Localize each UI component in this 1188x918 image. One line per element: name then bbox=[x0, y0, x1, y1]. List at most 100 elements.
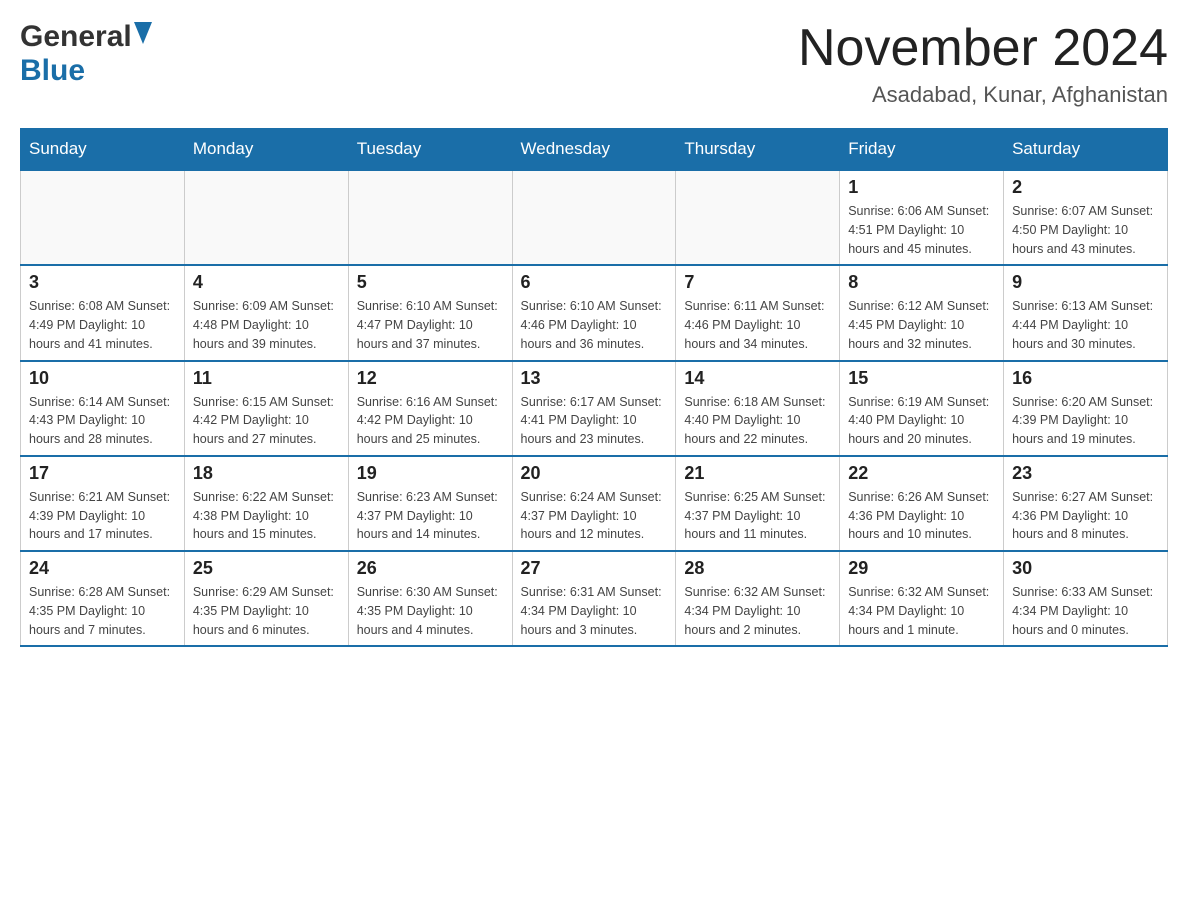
day-info: Sunrise: 6:33 AM Sunset: 4:34 PM Dayligh… bbox=[1012, 583, 1159, 639]
calendar-cell: 13 Sunrise: 6:17 AM Sunset: 4:41 PM Dayli… bbox=[512, 361, 676, 456]
day-info: Sunrise: 6:08 AM Sunset: 4:49 PM Dayligh… bbox=[29, 297, 176, 353]
day-info: Sunrise: 6:29 AM Sunset: 4:35 PM Dayligh… bbox=[193, 583, 340, 639]
day-number: 22 bbox=[848, 463, 995, 484]
day-number: 29 bbox=[848, 558, 995, 579]
main-title: November 2024 bbox=[798, 20, 1168, 77]
calendar-cell: 1 Sunrise: 6:06 AM Sunset: 4:51 PM Daylig… bbox=[840, 170, 1004, 265]
calendar-cell: 20 Sunrise: 6:24 AM Sunset: 4:37 PM Dayli… bbox=[512, 456, 676, 551]
logo-arrow-icon bbox=[134, 22, 152, 49]
day-info: Sunrise: 6:26 AM Sunset: 4:36 PM Dayligh… bbox=[848, 488, 995, 544]
day-number: 27 bbox=[521, 558, 668, 579]
day-info: Sunrise: 6:19 AM Sunset: 4:40 PM Dayligh… bbox=[848, 393, 995, 449]
calendar-cell: 6 Sunrise: 6:10 AM Sunset: 4:46 PM Daylig… bbox=[512, 265, 676, 360]
day-number: 11 bbox=[193, 368, 340, 389]
calendar-cell: 11 Sunrise: 6:15 AM Sunset: 4:42 PM Dayli… bbox=[184, 361, 348, 456]
day-number: 20 bbox=[521, 463, 668, 484]
logo-general-text: General bbox=[20, 20, 132, 54]
calendar-cell: 15 Sunrise: 6:19 AM Sunset: 4:40 PM Dayli… bbox=[840, 361, 1004, 456]
calendar-cell: 3 Sunrise: 6:08 AM Sunset: 4:49 PM Daylig… bbox=[21, 265, 185, 360]
day-info: Sunrise: 6:15 AM Sunset: 4:42 PM Dayligh… bbox=[193, 393, 340, 449]
calendar-header-wednesday: Wednesday bbox=[512, 129, 676, 171]
calendar-cell: 22 Sunrise: 6:26 AM Sunset: 4:36 PM Dayli… bbox=[840, 456, 1004, 551]
calendar-header-friday: Friday bbox=[840, 129, 1004, 171]
day-info: Sunrise: 6:13 AM Sunset: 4:44 PM Dayligh… bbox=[1012, 297, 1159, 353]
day-number: 9 bbox=[1012, 272, 1159, 293]
calendar-cell bbox=[184, 170, 348, 265]
day-number: 19 bbox=[357, 463, 504, 484]
day-number: 10 bbox=[29, 368, 176, 389]
day-info: Sunrise: 6:17 AM Sunset: 4:41 PM Dayligh… bbox=[521, 393, 668, 449]
day-number: 25 bbox=[193, 558, 340, 579]
calendar-cell: 10 Sunrise: 6:14 AM Sunset: 4:43 PM Dayli… bbox=[21, 361, 185, 456]
day-number: 6 bbox=[521, 272, 668, 293]
day-number: 23 bbox=[1012, 463, 1159, 484]
day-info: Sunrise: 6:32 AM Sunset: 4:34 PM Dayligh… bbox=[848, 583, 995, 639]
day-number: 30 bbox=[1012, 558, 1159, 579]
calendar-header-saturday: Saturday bbox=[1004, 129, 1168, 171]
day-info: Sunrise: 6:25 AM Sunset: 4:37 PM Dayligh… bbox=[684, 488, 831, 544]
calendar-cell: 21Sunrise: 6:25 AM Sunset: 4:37 PM Dayli… bbox=[676, 456, 840, 551]
day-info: Sunrise: 6:22 AM Sunset: 4:38 PM Dayligh… bbox=[193, 488, 340, 544]
calendar-header-row: SundayMondayTuesdayWednesdayThursdayFrid… bbox=[21, 129, 1168, 171]
calendar-cell bbox=[676, 170, 840, 265]
calendar-header-thursday: Thursday bbox=[676, 129, 840, 171]
day-info: Sunrise: 6:30 AM Sunset: 4:35 PM Dayligh… bbox=[357, 583, 504, 639]
day-info: Sunrise: 6:27 AM Sunset: 4:36 PM Dayligh… bbox=[1012, 488, 1159, 544]
day-number: 3 bbox=[29, 272, 176, 293]
calendar-cell bbox=[21, 170, 185, 265]
calendar-cell: 5 Sunrise: 6:10 AM Sunset: 4:47 PM Daylig… bbox=[348, 265, 512, 360]
day-info: Sunrise: 6:06 AM Sunset: 4:51 PM Dayligh… bbox=[848, 202, 995, 258]
page-header: General Blue November 2024 Asadabad, Kun… bbox=[20, 20, 1168, 108]
calendar-cell: 12Sunrise: 6:16 AM Sunset: 4:42 PM Dayli… bbox=[348, 361, 512, 456]
day-number: 2 bbox=[1012, 177, 1159, 198]
logo-blue-text: Blue bbox=[20, 54, 85, 88]
day-number: 16 bbox=[1012, 368, 1159, 389]
day-info: Sunrise: 6:32 AM Sunset: 4:34 PM Dayligh… bbox=[684, 583, 831, 639]
calendar-header-sunday: Sunday bbox=[21, 129, 185, 171]
day-info: Sunrise: 6:10 AM Sunset: 4:47 PM Dayligh… bbox=[357, 297, 504, 353]
day-info: Sunrise: 6:28 AM Sunset: 4:35 PM Dayligh… bbox=[29, 583, 176, 639]
calendar-cell: 2 Sunrise: 6:07 AM Sunset: 4:50 PM Daylig… bbox=[1004, 170, 1168, 265]
day-info: Sunrise: 6:21 AM Sunset: 4:39 PM Dayligh… bbox=[29, 488, 176, 544]
day-number: 18 bbox=[193, 463, 340, 484]
day-number: 5 bbox=[357, 272, 504, 293]
day-number: 26 bbox=[357, 558, 504, 579]
day-info: Sunrise: 6:14 AM Sunset: 4:43 PM Dayligh… bbox=[29, 393, 176, 449]
day-info: Sunrise: 6:16 AM Sunset: 4:42 PM Dayligh… bbox=[357, 393, 504, 449]
calendar-week-1: 1 Sunrise: 6:06 AM Sunset: 4:51 PM Daylig… bbox=[21, 170, 1168, 265]
calendar-cell: 28Sunrise: 6:32 AM Sunset: 4:34 PM Dayli… bbox=[676, 551, 840, 646]
day-number: 14 bbox=[684, 368, 831, 389]
day-info: Sunrise: 6:31 AM Sunset: 4:34 PM Dayligh… bbox=[521, 583, 668, 639]
day-info: Sunrise: 6:10 AM Sunset: 4:46 PM Dayligh… bbox=[521, 297, 668, 353]
calendar-header-tuesday: Tuesday bbox=[348, 129, 512, 171]
calendar-cell: 24 Sunrise: 6:28 AM Sunset: 4:35 PM Dayli… bbox=[21, 551, 185, 646]
day-info: Sunrise: 6:23 AM Sunset: 4:37 PM Dayligh… bbox=[357, 488, 504, 544]
day-number: 24 bbox=[29, 558, 176, 579]
calendar-cell bbox=[512, 170, 676, 265]
day-info: Sunrise: 6:18 AM Sunset: 4:40 PM Dayligh… bbox=[684, 393, 831, 449]
logo: General Blue bbox=[20, 20, 152, 88]
calendar-week-2: 3 Sunrise: 6:08 AM Sunset: 4:49 PM Daylig… bbox=[21, 265, 1168, 360]
calendar-header-monday: Monday bbox=[184, 129, 348, 171]
calendar-cell: 29 Sunrise: 6:32 AM Sunset: 4:34 PM Dayli… bbox=[840, 551, 1004, 646]
day-info: Sunrise: 6:24 AM Sunset: 4:37 PM Dayligh… bbox=[521, 488, 668, 544]
calendar-week-3: 10 Sunrise: 6:14 AM Sunset: 4:43 PM Dayli… bbox=[21, 361, 1168, 456]
calendar-cell: 9 Sunrise: 6:13 AM Sunset: 4:44 PM Daylig… bbox=[1004, 265, 1168, 360]
calendar-cell: 18 Sunrise: 6:22 AM Sunset: 4:38 PM Dayli… bbox=[184, 456, 348, 551]
calendar-cell bbox=[348, 170, 512, 265]
day-number: 8 bbox=[848, 272, 995, 293]
day-number: 15 bbox=[848, 368, 995, 389]
calendar-cell: 30 Sunrise: 6:33 AM Sunset: 4:34 PM Dayli… bbox=[1004, 551, 1168, 646]
calendar-cell: 16 Sunrise: 6:20 AM Sunset: 4:39 PM Dayli… bbox=[1004, 361, 1168, 456]
day-number: 13 bbox=[521, 368, 668, 389]
calendar-cell: 17Sunrise: 6:21 AM Sunset: 4:39 PM Dayli… bbox=[21, 456, 185, 551]
day-info: Sunrise: 6:07 AM Sunset: 4:50 PM Dayligh… bbox=[1012, 202, 1159, 258]
calendar-cell: 26 Sunrise: 6:30 AM Sunset: 4:35 PM Dayli… bbox=[348, 551, 512, 646]
day-number: 1 bbox=[848, 177, 995, 198]
day-info: Sunrise: 6:20 AM Sunset: 4:39 PM Dayligh… bbox=[1012, 393, 1159, 449]
day-info: Sunrise: 6:11 AM Sunset: 4:46 PM Dayligh… bbox=[684, 297, 831, 353]
day-number: 4 bbox=[193, 272, 340, 293]
title-block: November 2024 Asadabad, Kunar, Afghanist… bbox=[798, 20, 1168, 108]
calendar-table: SundayMondayTuesdayWednesdayThursdayFrid… bbox=[20, 128, 1168, 647]
calendar-week-5: 24 Sunrise: 6:28 AM Sunset: 4:35 PM Dayli… bbox=[21, 551, 1168, 646]
